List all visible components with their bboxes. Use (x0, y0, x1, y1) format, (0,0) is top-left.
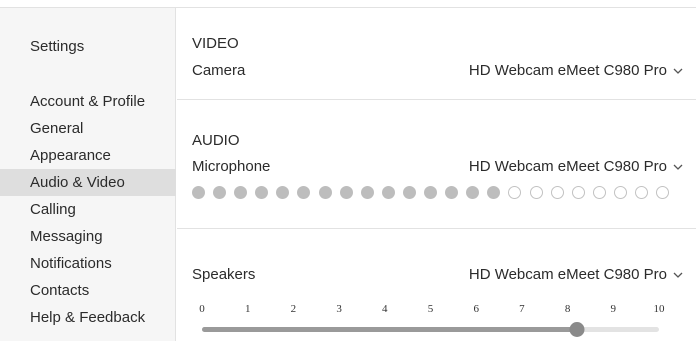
level-dot (402, 186, 416, 199)
audio-section: AUDIO Microphone HD Webcam eMeet C980 Pr… (177, 101, 696, 229)
slider-thumb[interactable] (569, 322, 585, 337)
volume-tick-label: 3 (336, 303, 342, 315)
sidebar-item-calling[interactable]: Calling (0, 196, 176, 223)
level-dot (445, 186, 459, 199)
sidebar-item-help-feedback[interactable]: Help & Feedback (0, 304, 176, 331)
sidebar-item-account-profile[interactable]: Account & Profile (0, 88, 176, 115)
sidebar-item-general[interactable]: General (0, 115, 176, 142)
level-dot (360, 186, 374, 199)
volume-tick-label: 7 (519, 303, 525, 315)
level-dot (424, 186, 438, 199)
volume-tick-label: 8 (564, 303, 571, 315)
speakers-label: Speakers (192, 266, 256, 283)
chevron-down-icon (672, 269, 684, 281)
slider-fill (202, 327, 577, 332)
sidebar-item-appearance[interactable]: Appearance (0, 142, 176, 169)
sidebar-item-contacts[interactable]: Contacts (0, 277, 176, 304)
sidebar-item-messaging[interactable]: Messaging (0, 223, 176, 250)
level-dot (634, 186, 648, 199)
level-dot (550, 186, 564, 199)
sidebar-title: Settings (30, 38, 85, 55)
volume-tick-labels: 0 1 2 3 4 5 6 7 8 9 10 (199, 303, 664, 317)
volume-tick-label: 2 (290, 303, 297, 315)
volume-tick-label: 9 (610, 303, 617, 315)
speaker-volume-slider[interactable] (202, 322, 659, 337)
speakers-section: Speakers HD Webcam eMeet C980 Pro 0 1 2 3 4 5… (177, 230, 696, 341)
volume-tick-label: 1 (244, 303, 251, 315)
volume-tick-label: 6 (473, 303, 479, 315)
volume-tick-label: 10 (653, 303, 665, 315)
level-dot (466, 186, 480, 199)
microphone-level-meter (192, 186, 677, 199)
level-dot (656, 186, 670, 199)
level-dot (529, 186, 543, 199)
settings-sidebar: Settings Account & Profile General Appea… (0, 8, 176, 341)
level-dot (487, 186, 501, 199)
level-dot (571, 186, 585, 199)
camera-label: Camera (192, 62, 246, 79)
level-dot (339, 186, 353, 199)
settings-window: Settings Account & Profile General Appea… (0, 7, 696, 341)
speakers-dropdown[interactable]: HD Webcam eMeet C980 Pro (469, 266, 684, 283)
audio-section-header: AUDIO (192, 132, 240, 149)
volume-tick-label: 4 (382, 303, 388, 315)
camera-dropdown[interactable]: HD Webcam eMeet C980 Pro (469, 62, 684, 79)
camera-dropdown-value: HD Webcam eMeet C980 Pro (468, 62, 667, 79)
level-dot (276, 186, 290, 199)
level-dot (508, 186, 522, 199)
microphone-dropdown-value: HD Webcam eMeet C980 Pro (468, 158, 667, 175)
speakers-dropdown-value: HD Webcam eMeet C980 Pro (468, 266, 667, 283)
chevron-down-icon (672, 161, 684, 173)
level-dot (192, 186, 205, 199)
video-section-header: VIDEO (192, 35, 239, 52)
sidebar-nav: Account & Profile General Appearance Aud… (0, 88, 176, 331)
volume-tick-label: 0 (199, 303, 205, 315)
microphone-label: Microphone (192, 158, 271, 175)
level-dot (255, 186, 269, 199)
video-section: VIDEO Camera HD Webcam eMeet C980 Pro (177, 8, 696, 100)
level-dot (234, 186, 248, 199)
sidebar-item-audio-video[interactable]: Audio & Video (0, 169, 176, 196)
chevron-down-icon (672, 65, 684, 77)
level-dot (381, 186, 395, 199)
microphone-dropdown[interactable]: HD Webcam eMeet C980 Pro (469, 158, 684, 175)
level-dot (213, 186, 227, 199)
settings-content: VIDEO Camera HD Webcam eMeet C980 Pro AU… (177, 8, 696, 341)
level-dot (592, 186, 606, 199)
level-dot (318, 186, 332, 199)
volume-tick-label: 5 (427, 303, 434, 315)
sidebar-item-notifications[interactable]: Notifications (0, 250, 176, 277)
level-dot (297, 186, 311, 199)
level-dot (613, 186, 627, 199)
